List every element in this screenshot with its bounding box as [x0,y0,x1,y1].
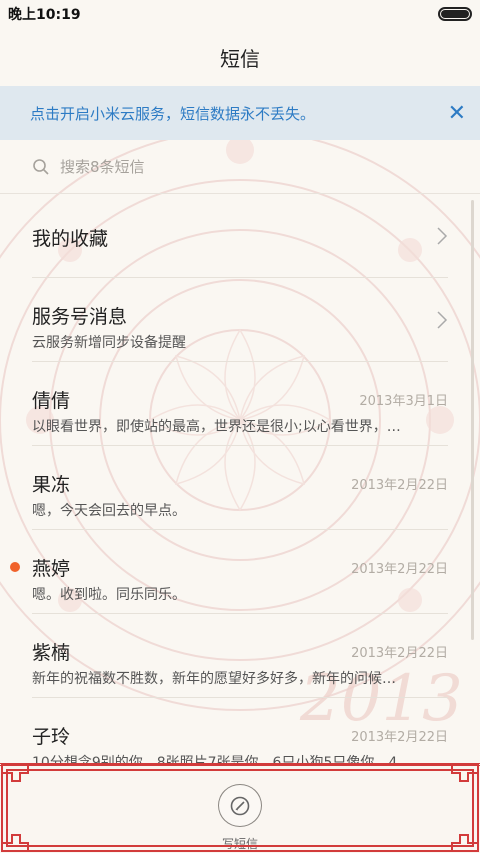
search-icon [33,158,49,175]
conversation-name: 果冻 [32,474,71,496]
list-item-conversation[interactable]: 紫楠 2013年2月22日 新年的祝福数不胜数，新年的愿望好多好多，新年的问候… [32,614,448,698]
conversation-preview: 嗯。收到啦。同乐同乐。 [32,587,186,603]
list-item-favorites[interactable]: 我的收藏 [32,194,448,278]
search-bar[interactable]: 搜索8条短信 [0,140,480,194]
list-item-conversation[interactable]: 果冻 2013年2月22日 嗯，今天会回去的早点。 [32,446,448,530]
compose-label: 写短信 [221,837,258,851]
conversation-name: 我的收藏 [32,228,109,250]
chevron-right-icon [437,227,448,245]
cloud-banner[interactable]: 点击开启小米云服务，短信数据永不丢失。 ✕ [0,86,480,140]
conversation-date: 2013年2月22日 [351,478,448,493]
conversation-date: 2013年3月1日 [359,394,448,409]
chevron-right-icon [437,311,448,329]
conversation-preview: 嗯，今天会回去的早点。 [32,503,186,519]
conversation-name: 倩倩 [32,390,71,412]
list-item-service[interactable]: 服务号消息 云服务新增同步设备提醒 [32,278,448,362]
conversation-name: 服务号消息 [32,306,128,328]
conversation-date: 2013年2月22日 [351,646,448,661]
list-item-conversation[interactable]: 燕婷 2013年2月22日 嗯。收到啦。同乐同乐。 [10,530,448,614]
conversation-name: 燕婷 [32,558,71,580]
compose-button[interactable]: 写短信 [216,784,264,852]
conversation-date: 2013年2月22日 [351,730,448,745]
scrollbar[interactable] [471,200,474,640]
list-item-conversation[interactable]: 倩倩 2013年3月1日 以眼看世界，即使站的最高，世界还是很小;以心看世界，… [32,362,448,446]
bottom-toolbar: 写短信 [0,763,480,853]
compose-icon[interactable] [218,784,262,827]
conversation-date: 2013年2月22日 [351,562,448,577]
conversation-name: 子玲 [32,726,71,748]
conversation-preview: 新年的祝福数不胜数，新年的愿望好多好多，新年的问候… [32,671,396,687]
battery-icon [438,7,472,21]
page-title: 短信 [220,46,260,71]
conversation-name: 紫楠 [32,642,71,664]
conversation-preview: 以眼看世界，即使站的最高，世界还是很小;以心看世界，… [32,419,401,435]
close-icon[interactable]: ✕ [448,101,466,126]
banner-text[interactable]: 点击开启小米云服务，短信数据永不丢失。 [30,103,315,124]
conversation-list: 我的收藏 服务号消息 云服务新增同步设备提醒 倩倩 2013年3月1日 以眼看世… [0,194,480,782]
unread-indicator [10,562,20,572]
status-time: 晚上10:19 [8,7,81,23]
status-bar: 晚上10:19 [0,0,480,28]
search-input[interactable]: 搜索8条短信 [60,156,145,177]
conversation-preview: 云服务新增同步设备提醒 [32,335,186,351]
